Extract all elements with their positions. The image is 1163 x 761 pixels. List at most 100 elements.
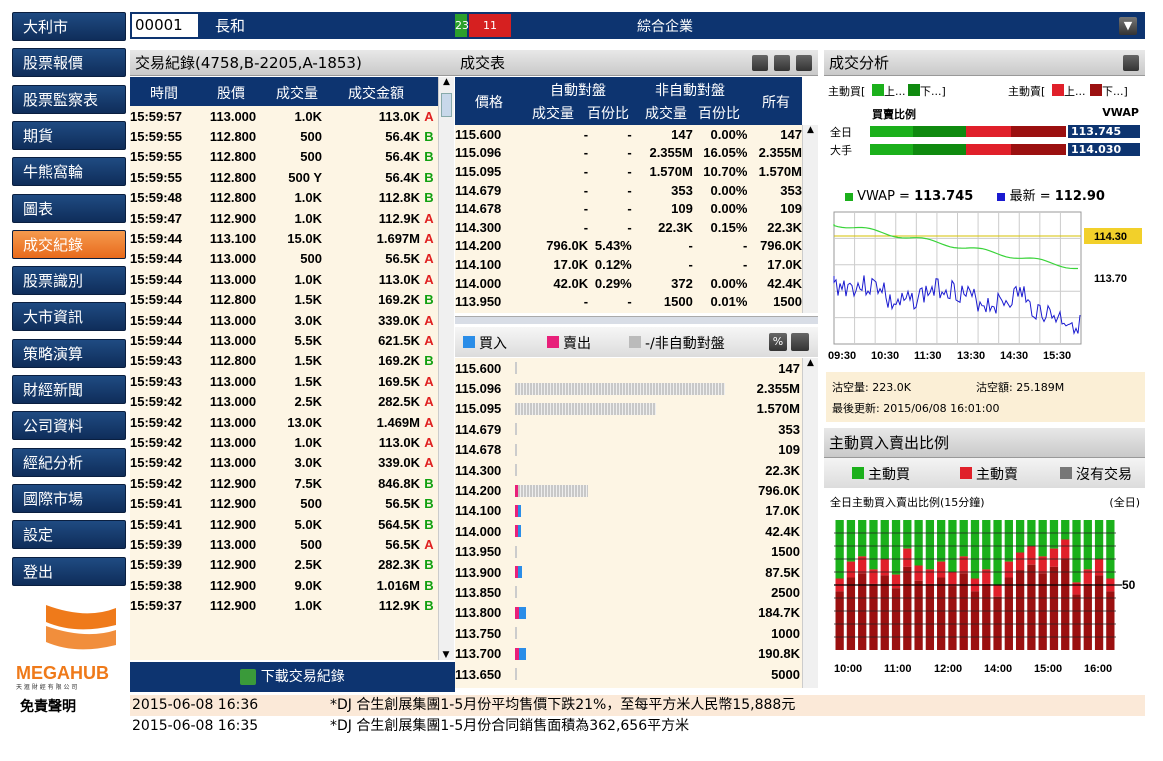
trade-row[interactable]: 15:59:39 112.900 2.5K 282.3K B (130, 555, 438, 575)
stock-name: 長和 (215, 17, 246, 35)
bar-row[interactable]: 113.700 190.8K (455, 643, 802, 663)
sell-ratio-bar (869, 583, 878, 650)
nav-item[interactable]: 牛熊窩輪 (12, 157, 126, 187)
nav-item[interactable]: 公司資料 (12, 411, 126, 441)
trade-row[interactable]: 15:59:44 112.800 1.5K 169.2K B (130, 290, 438, 310)
nav-item[interactable]: 策略演算 (12, 338, 126, 368)
col-time[interactable]: 時間 (150, 83, 178, 103)
scroll-up-icon[interactable]: ▲ (439, 77, 454, 91)
nav-item[interactable]: 大利市 (12, 12, 126, 41)
bar-row[interactable]: 113.800 184.7K (455, 603, 802, 623)
nav-item[interactable]: 設定 (12, 520, 126, 550)
bar-row[interactable]: 115.095 1.570M (455, 399, 802, 419)
volume-row[interactable]: 114.100 17.0K 0.12% - - 17.0K (455, 255, 802, 274)
trade-row[interactable]: 15:59:55 112.800 500 56.4K B (130, 126, 438, 146)
nav-item[interactable]: 股票監察表 (12, 84, 126, 114)
bar-row[interactable]: 114.300 22.3K (455, 460, 802, 480)
nav-item[interactable]: 國際市場 (12, 483, 126, 513)
volume-row[interactable]: 115.600 - - 147 0.00% 147 (455, 125, 802, 144)
export-icon[interactable] (752, 55, 768, 71)
volume-scrollbar[interactable]: ▲ (802, 125, 818, 313)
nav-item[interactable]: 股票識別 (12, 266, 126, 296)
bar-row[interactable]: 113.950 1500 (455, 542, 802, 562)
trade-row[interactable]: 15:59:42 113.000 3.0K 339.0K A (130, 453, 438, 473)
trade-row[interactable]: 15:59:44 113.000 5.5K 621.5K A (130, 330, 438, 350)
trade-row[interactable]: 15:59:42 112.900 7.5K 846.8K B (130, 473, 438, 493)
bar-row[interactable]: 114.200 796.0K (455, 480, 802, 500)
print-icon[interactable] (796, 55, 812, 71)
volume-table-wrap: 115.600 - - 147 0.00% 147 115.096 - - 2.355M 16.05… (455, 125, 802, 313)
scroll-thumb[interactable] (441, 93, 452, 117)
trade-row[interactable]: 15:59:41 112.900 5.0K 564.5K B (130, 514, 438, 534)
nav-item[interactable]: 成交紀錄 (12, 229, 126, 259)
trade-row[interactable]: 15:59:57 113.000 1.0K 113.0K A (130, 106, 438, 126)
chart-icon[interactable] (774, 55, 790, 71)
bar-row[interactable]: 113.850 2500 (455, 582, 802, 602)
col-price[interactable]: 股價 (217, 83, 245, 103)
volume-row[interactable]: 114.300 - - 22.3K 0.15% 22.3K (455, 218, 802, 237)
trade-amount: 169.2K (378, 292, 420, 308)
volume-row[interactable]: 114.678 - - 109 0.00% 109 (455, 199, 802, 218)
volume-row[interactable]: 114.000 42.0K 0.29% 372 0.00% 42.4K (455, 274, 802, 293)
trade-row[interactable]: 15:59:55 112.800 500 56.4K B (130, 147, 438, 167)
ratio-legend: 主動買 主動賣 沒有交易 (824, 458, 1145, 488)
trade-row[interactable]: 15:59:44 113.000 500 56.5K A (130, 249, 438, 269)
bar-row[interactable]: 115.600 147 (455, 358, 802, 378)
nav-item[interactable]: 圖表 (12, 193, 126, 223)
bar-row[interactable]: 113.650 5000 (455, 664, 802, 684)
col-amount[interactable]: 成交金額 (348, 83, 404, 103)
bar-row[interactable]: 113.750 1000 (455, 623, 802, 643)
bar-row[interactable]: 115.096 2.355M (455, 378, 802, 398)
settings-gear-icon[interactable] (1123, 55, 1139, 71)
nav-item[interactable]: 財經新聞 (12, 375, 126, 404)
news-item[interactable]: 2015-06-08 16:36 *DJ 合生創展集團1-5月份平均售價下跌21%… (130, 695, 1145, 716)
bar-row[interactable]: 114.100 17.0K (455, 501, 802, 521)
volume-row[interactable]: 113.950 - - 1500 0.01% 1500 (455, 292, 802, 311)
scroll-down-icon[interactable]: ▼ (439, 650, 453, 660)
nav-item[interactable]: 股票報價 (12, 48, 126, 78)
trade-row[interactable]: 15:59:44 113.100 15.0K 1.697M A (130, 228, 438, 248)
bar-row[interactable]: 113.900 87.5K (455, 562, 802, 582)
trade-row[interactable]: 15:59:48 112.800 1.0K 112.8K B (130, 188, 438, 208)
bar-row[interactable]: 113.640 220 (455, 684, 802, 688)
trade-row[interactable]: 15:59:43 113.000 1.5K 169.5K A (130, 371, 438, 391)
col-volume[interactable]: 成交量 (276, 83, 318, 103)
trade-side: B (424, 190, 434, 206)
trade-row[interactable]: 15:59:41 112.900 500 56.5K B (130, 493, 438, 513)
nav-item[interactable]: 登出 (12, 556, 126, 586)
trade-row[interactable]: 15:59:39 113.000 500 56.5K A (130, 534, 438, 554)
trade-row[interactable]: 15:59:42 113.000 2.5K 282.5K A (130, 391, 438, 411)
download-trades-button[interactable]: 下載交易紀錄 (130, 662, 455, 692)
percent-icon[interactable]: % (769, 333, 787, 351)
splitter-handle[interactable] (455, 316, 818, 324)
trade-row[interactable]: 15:59:55 112.800 500 Y 56.4K B (130, 167, 438, 187)
volume-row[interactable]: 114.679 - - 353 0.00% 353 (455, 181, 802, 200)
filter-icon[interactable]: ▼ (1119, 17, 1137, 35)
trade-row[interactable]: 15:59:47 112.900 1.0K 112.9K A (130, 208, 438, 228)
trade-row[interactable]: 15:59:43 112.800 1.5K 169.2K B (130, 351, 438, 371)
trades-scrollbar[interactable]: ▲ ▼ (438, 77, 454, 660)
trade-row[interactable]: 15:59:42 113.000 13.0K 1.469M A (130, 412, 438, 432)
bar-row[interactable]: 114.000 42.4K (455, 521, 802, 541)
trade-row[interactable]: 15:59:38 112.900 9.0K 1.016M B (130, 575, 438, 595)
volume-row[interactable]: 115.095 - - 1.570M 10.70% 1.570M (455, 162, 802, 181)
trade-row[interactable]: 15:59:44 113.000 1.0K 113.0K A (130, 269, 438, 289)
trade-row[interactable]: 15:59:44 113.000 3.0K 339.0K A (130, 310, 438, 330)
volume-row[interactable]: 115.096 - - 2.355M 16.05% 2.355M (455, 144, 802, 163)
stock-code-input[interactable]: 00001 (132, 14, 198, 37)
trade-volume: 1.5K (294, 292, 322, 308)
buy-bar (519, 606, 526, 619)
list-icon[interactable] (791, 333, 809, 351)
news-item[interactable]: 2015-06-08 16:35 *DJ 合生創展集團1-5月份合同銷售面積為36… (130, 716, 1145, 737)
bars-scrollbar[interactable]: ▲ (802, 358, 818, 688)
nav-item[interactable]: 經紀分析 (12, 447, 126, 477)
disclaimer-link[interactable]: 免責聲明 (20, 696, 76, 716)
bar-row[interactable]: 114.678 109 (455, 440, 802, 460)
bar-row[interactable]: 114.679 353 (455, 419, 802, 439)
volume-row[interactable]: 114.200 796.0K 5.43% - -796.0K (455, 237, 802, 256)
trade-row[interactable]: 15:59:37 112.900 1.0K 112.9K B (130, 595, 438, 615)
trade-row[interactable]: 15:59:42 113.000 1.0K 113.0K A (130, 432, 438, 452)
auto-pct: - (627, 294, 632, 310)
nav-item[interactable]: 大市資訊 (12, 302, 126, 332)
nav-item[interactable]: 期貨 (12, 120, 126, 150)
